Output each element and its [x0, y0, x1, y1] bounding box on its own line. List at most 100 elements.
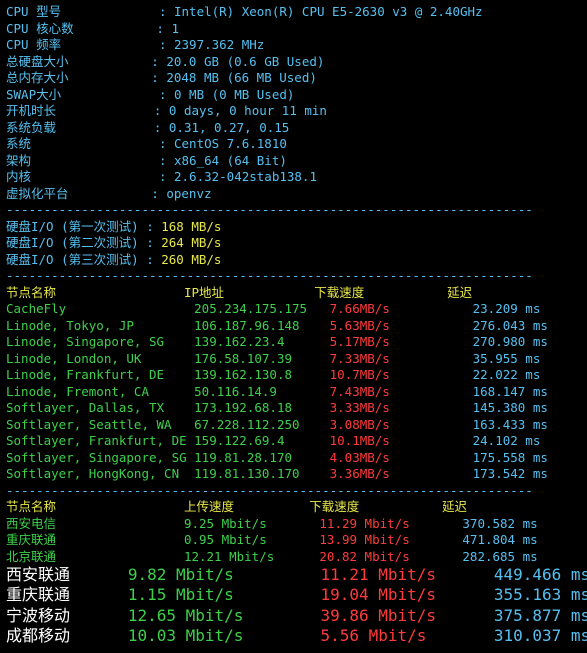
speedtest-header: 节点名称 上传速度 下载速度 延迟 [6, 499, 581, 516]
dl-latency: 175.558 ms [473, 450, 548, 465]
sp-node: 重庆联通 [6, 532, 184, 547]
sys-row-cpu_freq: CPU 频率 : 2397.362 MHz [6, 37, 581, 54]
dl-latency: 276.043 ms [473, 318, 548, 333]
speedtest-live-row: 重庆联通 1.15 Mbit/s 19.04 Mbit/s 355.163 ms [6, 585, 581, 605]
sp-upload: 12.21 Mbit/s [184, 549, 319, 564]
terminal-output: { "sys": { "labels": { "cpu_model": "CPU… [0, 0, 587, 651]
sys-row-kernel: 内核 : 2.6.32-042stab138.1 [6, 169, 581, 186]
sys-value-cpu_freq: 2397.362 MHz [174, 37, 264, 52]
sys-value-kernel: 2.6.32-042stab138.1 [174, 169, 317, 184]
dl-ip: 159.122.69.4 [194, 433, 329, 448]
dl-node: Softlayer, Dallas, TX [6, 400, 194, 415]
sys-value-cpu_model: Intel(R) Xeon(R) CPU E5-2630 v3 @ 2.40GH… [174, 4, 483, 19]
sys-row-virt: 虚拟化平台 : openvz [6, 186, 581, 203]
speedtest-row: 重庆联通 0.95 Mbit/s 13.99 Mbit/s 471.804 ms [6, 532, 581, 549]
dl-ip: 119.81.28.170 [194, 450, 329, 465]
download-row: Softlayer, HongKong, CN 119.81.130.170 3… [6, 466, 581, 483]
sys-value-load: 0.31, 0.27, 0.15 [169, 120, 289, 135]
io-value-t2: 264 MB/s [161, 235, 221, 250]
download-row: Linode, Singapore, SG 139.162.23.4 5.17M… [6, 334, 581, 351]
live-node: 重庆联通 [6, 585, 128, 604]
speedtest-table: 西安电信 9.25 Mbit/s 11.29 Mbit/s 370.582 ms… [6, 516, 581, 566]
dl-node: Softlayer, Frankfurt, DE [6, 433, 194, 448]
sp-node: 北京联通 [6, 549, 184, 564]
download-row: Softlayer, Singapore, SG 119.81.28.170 4… [6, 450, 581, 467]
live-upload: 9.82 Mbit/s [128, 565, 321, 584]
download-row: Softlayer, Dallas, TX 173.192.68.18 3.33… [6, 400, 581, 417]
dl-speed: 3.08MB/s [330, 417, 473, 432]
dl-ip: 119.81.130.170 [194, 466, 329, 481]
dl-ip: 139.162.23.4 [194, 334, 329, 349]
live-download: 11.21 Mbit/s [320, 565, 493, 584]
dl-node: CacheFly [6, 301, 194, 316]
live-download: 5.56 Mbit/s [320, 626, 493, 645]
live-node: 西安联通 [6, 565, 128, 584]
speedtest-live-row: 西安联通 9.82 Mbit/s 11.21 Mbit/s 449.466 ms [6, 565, 581, 585]
live-node: 宁波移动 [6, 606, 128, 625]
live-download: 19.04 Mbit/s [320, 585, 493, 604]
dl-ip: 67.228.112.250 [194, 417, 329, 432]
dl-latency: 24.102 ms [473, 433, 541, 448]
divider: ----------------------------------------… [6, 202, 581, 219]
sp-upload: 0.95 Mbit/s [184, 532, 319, 547]
dl-ip: 176.58.107.39 [194, 351, 329, 366]
dl-latency: 35.955 ms [473, 351, 541, 366]
download-row: CacheFly 205.234.175.175 7.66MB/s 23.209… [6, 301, 581, 318]
speedtest-live-block: 西安联通 9.82 Mbit/s 11.21 Mbit/s 449.466 ms… [6, 565, 581, 647]
system-info-block: CPU 型号 : Intel(R) Xeon(R) CPU E5-2630 v3… [6, 4, 581, 202]
dl-node: Linode, Frankfurt, DE [6, 367, 194, 382]
dl-node: Linode, London, UK [6, 351, 194, 366]
download-row: Linode, Fremont, CA 50.116.14.9 7.43MB/s… [6, 384, 581, 401]
sys-value-arch: x86_64 (64 Bit) [174, 153, 287, 168]
sys-row-cpu_model: CPU 型号 : Intel(R) Xeon(R) CPU E5-2630 v3… [6, 4, 581, 21]
dl-speed: 10.1MB/s [330, 433, 473, 448]
dl-speed: 4.03MB/s [330, 450, 473, 465]
dl-speed: 10.7MB/s [330, 367, 473, 382]
download-row: Softlayer, Frankfurt, DE 159.122.69.4 10… [6, 433, 581, 450]
sp-latency: 471.804 ms [462, 532, 537, 547]
dl-ip: 139.162.130.8 [194, 367, 329, 382]
speedtest-live-row: 宁波移动 12.65 Mbit/s 39.86 Mbit/s 375.877 m… [6, 606, 581, 626]
live-latency: 310.037 ms [494, 626, 587, 645]
dl-latency: 145.380 ms [473, 400, 548, 415]
dl-speed: 7.33MB/s [330, 351, 473, 366]
live-upload: 1.15 Mbit/s [128, 585, 321, 604]
dl-latency: 163.433 ms [473, 417, 548, 432]
sys-value-os: CentOS 7.6.1810 [174, 136, 287, 151]
live-download: 39.86 Mbit/s [320, 606, 493, 625]
dl-ip: 173.192.68.18 [194, 400, 329, 415]
dl-latency: 22.022 ms [473, 367, 541, 382]
speedtest-row: 西安电信 9.25 Mbit/s 11.29 Mbit/s 370.582 ms [6, 516, 581, 533]
sp-download: 11.29 Mbit/s [319, 516, 462, 531]
dl-speed: 5.17MB/s [330, 334, 473, 349]
dl-node: Softlayer, Singapore, SG [6, 450, 194, 465]
sp-latency: 370.582 ms [462, 516, 537, 531]
dl-speed: 7.66MB/s [330, 301, 473, 316]
live-latency: 355.163 ms [494, 585, 587, 604]
io-value-t3: 260 MB/s [161, 252, 221, 267]
divider: ----------------------------------------… [6, 268, 581, 285]
sp-latency: 282.685 ms [462, 549, 537, 564]
sys-row-mem: 总内存大小 : 2048 MB (66 MB Used) [6, 70, 581, 87]
dl-ip: 205.234.175.175 [194, 301, 329, 316]
dl-latency: 173.542 ms [473, 466, 548, 481]
sp-download: 20.82 Mbit/s [319, 549, 462, 564]
live-node: 成都移动 [6, 626, 128, 645]
divider: ----------------------------------------… [6, 483, 581, 500]
sp-upload: 9.25 Mbit/s [184, 516, 319, 531]
sys-value-swap: 0 MB (0 MB Used) [174, 87, 294, 102]
dl-speed: 3.36MB/s [330, 466, 473, 481]
download-row: Linode, Tokyo, JP 106.187.96.148 5.63MB/… [6, 318, 581, 335]
dl-latency: 23.209 ms [473, 301, 541, 316]
live-latency: 375.877 ms [494, 606, 587, 625]
sys-value-uptime: 0 days, 0 hour 11 min [169, 103, 327, 118]
io-row-t1: 硬盘I/O (第一次测试) : 168 MB/s [6, 219, 581, 236]
sys-row-uptime: 开机时长 : 0 days, 0 hour 11 min [6, 103, 581, 120]
live-upload: 12.65 Mbit/s [128, 606, 321, 625]
sys-value-mem: 2048 MB (66 MB Used) [166, 70, 317, 85]
dl-node: Softlayer, HongKong, CN [6, 466, 194, 481]
sp-node: 西安电信 [6, 516, 184, 531]
dl-node: Linode, Tokyo, JP [6, 318, 194, 333]
dl-node: Softlayer, Seattle, WA [6, 417, 194, 432]
speedtest-row: 北京联通 12.21 Mbit/s 20.82 Mbit/s 282.685 m… [6, 549, 581, 566]
